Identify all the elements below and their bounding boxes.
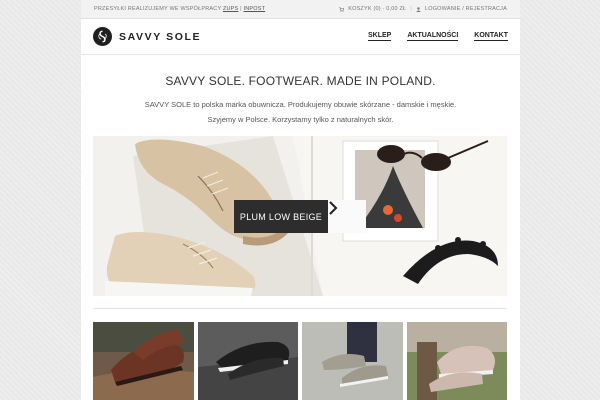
shipping-text: PRZESYŁKI REALIZUJEMY WE WSPÓŁPRACY [94, 6, 222, 12]
nav-item-sklep[interactable]: SKLEP [368, 32, 392, 41]
hero-slider[interactable]: PLUM LOW BEIGE [93, 136, 507, 296]
section-divider [93, 308, 507, 309]
intro-line-1: SAVVY SOLE to polska marka obuwnicza. Pr… [144, 100, 457, 109]
intro-title: SAVVY SOLE. FOOTWEAR. MADE IN POLAND. [165, 74, 436, 88]
cart-link[interactable]: KOSZYK (0) · 0,00 ZŁ [348, 6, 406, 12]
site-header: SAVVY SOLE SKLEP AKTUALNOŚCI KONTAKT [81, 19, 520, 55]
shipping-info: PRZESYŁKI REALIZUJEMY WE WSPÓŁPRACY ZUPS… [94, 6, 265, 12]
thumbnail-brown-shoes[interactable] [93, 322, 194, 400]
chevron-right-icon [329, 201, 338, 215]
logo[interactable]: SAVVY SOLE [93, 27, 201, 46]
topbar-divider: | [410, 6, 412, 12]
login-register-link[interactable]: LOGOWANIE / REJESTRACJA [425, 6, 507, 12]
page-container: PRZESYŁKI REALIZUJEMY WE WSPÓŁPRACY ZUPS… [81, 0, 520, 400]
hero-next-button[interactable] [328, 200, 366, 233]
thumbnail-pink-shoes[interactable] [406, 322, 507, 400]
nav-item-aktualnosci[interactable]: AKTUALNOŚCI [407, 32, 459, 41]
intro-line-2: Szyjemy w Polsce. Korzystamy tylko z nat… [207, 115, 394, 124]
user-icon [416, 6, 421, 12]
zups-link[interactable]: ZUPS [223, 6, 238, 12]
inpost-link[interactable]: INPOST [244, 6, 266, 12]
cart-icon [339, 6, 345, 12]
main-nav: SKLEP AKTUALNOŚCI KONTAKT [368, 32, 508, 41]
logo-mark-icon [93, 27, 112, 46]
nav-item-kontakt[interactable]: KONTAKT [474, 32, 508, 41]
thumbnail-grey-shoes[interactable] [302, 322, 403, 400]
separator: | [240, 6, 242, 12]
product-thumbnails [93, 322, 507, 400]
hero-caption[interactable]: PLUM LOW BEIGE [234, 200, 328, 233]
account-area: KOSZYK (0) · 0,00 ZŁ | LOGOWANIE / REJES… [339, 6, 507, 12]
top-bar: PRZESYŁKI REALIZUJEMY WE WSPÓŁPRACY ZUPS… [81, 0, 520, 19]
intro-section: SAVVY SOLE. FOOTWEAR. MADE IN POLAND. SA… [81, 55, 520, 127]
thumbnail-black-shoes[interactable] [197, 322, 298, 400]
intro-text: SAVVY SOLE to polska marka obuwnicza. Pr… [81, 97, 520, 127]
logo-text: SAVVY SOLE [119, 30, 202, 43]
